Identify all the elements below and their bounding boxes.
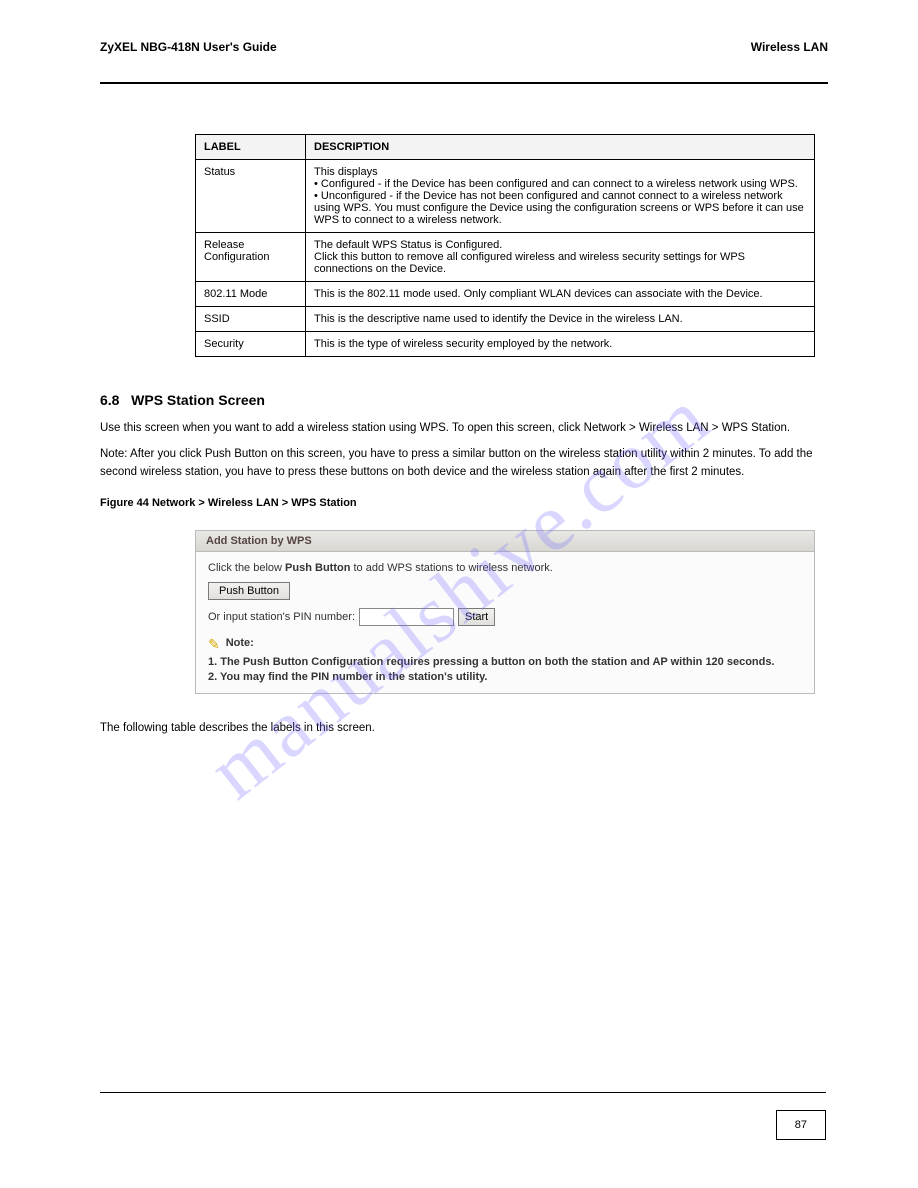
table-row: Status This displays • Configured - if t…: [196, 160, 815, 233]
push-button[interactable]: Push Button: [208, 582, 290, 600]
cell-desc: This is the type of wireless security em…: [306, 332, 815, 357]
below-intro: The following table describes the labels…: [100, 720, 828, 738]
start-button[interactable]: Start: [458, 608, 495, 626]
wps-instruction-line: Click the below Push Button to add WPS s…: [208, 562, 802, 574]
wps-panel: Add Station by WPS Click the below Push …: [195, 530, 815, 694]
footer-rule: [100, 1092, 826, 1093]
table-row: Release Configuration The default WPS St…: [196, 233, 815, 282]
note-label: Note:: [226, 636, 254, 651]
wps-instr-part1: Click the below: [208, 562, 285, 574]
cell-label: 802.11 Mode: [196, 282, 306, 307]
page-number: 87: [776, 1110, 826, 1140]
header-right: Wireless LAN: [751, 40, 828, 54]
note-line-1: 1. The Push Button Configuration require…: [208, 655, 802, 670]
table-header-label: LABEL: [196, 135, 306, 160]
section-title: WPS Station Screen: [131, 392, 265, 408]
cell-label: Release Configuration: [196, 233, 306, 282]
table-header-description: DESCRIPTION: [306, 135, 815, 160]
pin-label: Or input station's PIN number:: [208, 611, 355, 623]
section-body-2: Note: After you click Push Button on thi…: [100, 446, 828, 482]
cell-desc: This displays • Configured - if the Devi…: [306, 160, 815, 233]
section-body-1: Use this screen when you want to add a w…: [100, 420, 828, 438]
wps-instr-bold: Push Button: [285, 562, 350, 574]
label-description-table: LABEL DESCRIPTION Status This displays •…: [195, 134, 815, 357]
cell-desc: The default WPS Status is Configured. Cl…: [306, 233, 815, 282]
table-row: Security This is the type of wireless se…: [196, 332, 815, 357]
table-row: 802.11 Mode This is the 802.11 mode used…: [196, 282, 815, 307]
section-heading: 6.8 WPS Station Screen: [100, 392, 828, 408]
figure-caption: Figure 44 Network > Wireless LAN > WPS S…: [100, 495, 828, 512]
wps-panel-title: Add Station by WPS: [196, 531, 814, 552]
wps-instr-part3: to add WPS stations to wireless network.: [350, 562, 552, 574]
header-left: ZyXEL NBG-418N User's Guide: [100, 40, 277, 54]
note-icon: ✎: [208, 637, 220, 651]
section-number: 6.8: [100, 392, 119, 408]
pin-input[interactable]: [359, 608, 454, 626]
note-line-2: 2. You may find the PIN number in the st…: [208, 670, 802, 685]
header-rule: [100, 82, 828, 84]
cell-label: Security: [196, 332, 306, 357]
table-row: SSID This is the descriptive name used t…: [196, 307, 815, 332]
cell-label: SSID: [196, 307, 306, 332]
cell-label: Status: [196, 160, 306, 233]
cell-desc: This is the 802.11 mode used. Only compl…: [306, 282, 815, 307]
cell-desc: This is the descriptive name used to ide…: [306, 307, 815, 332]
